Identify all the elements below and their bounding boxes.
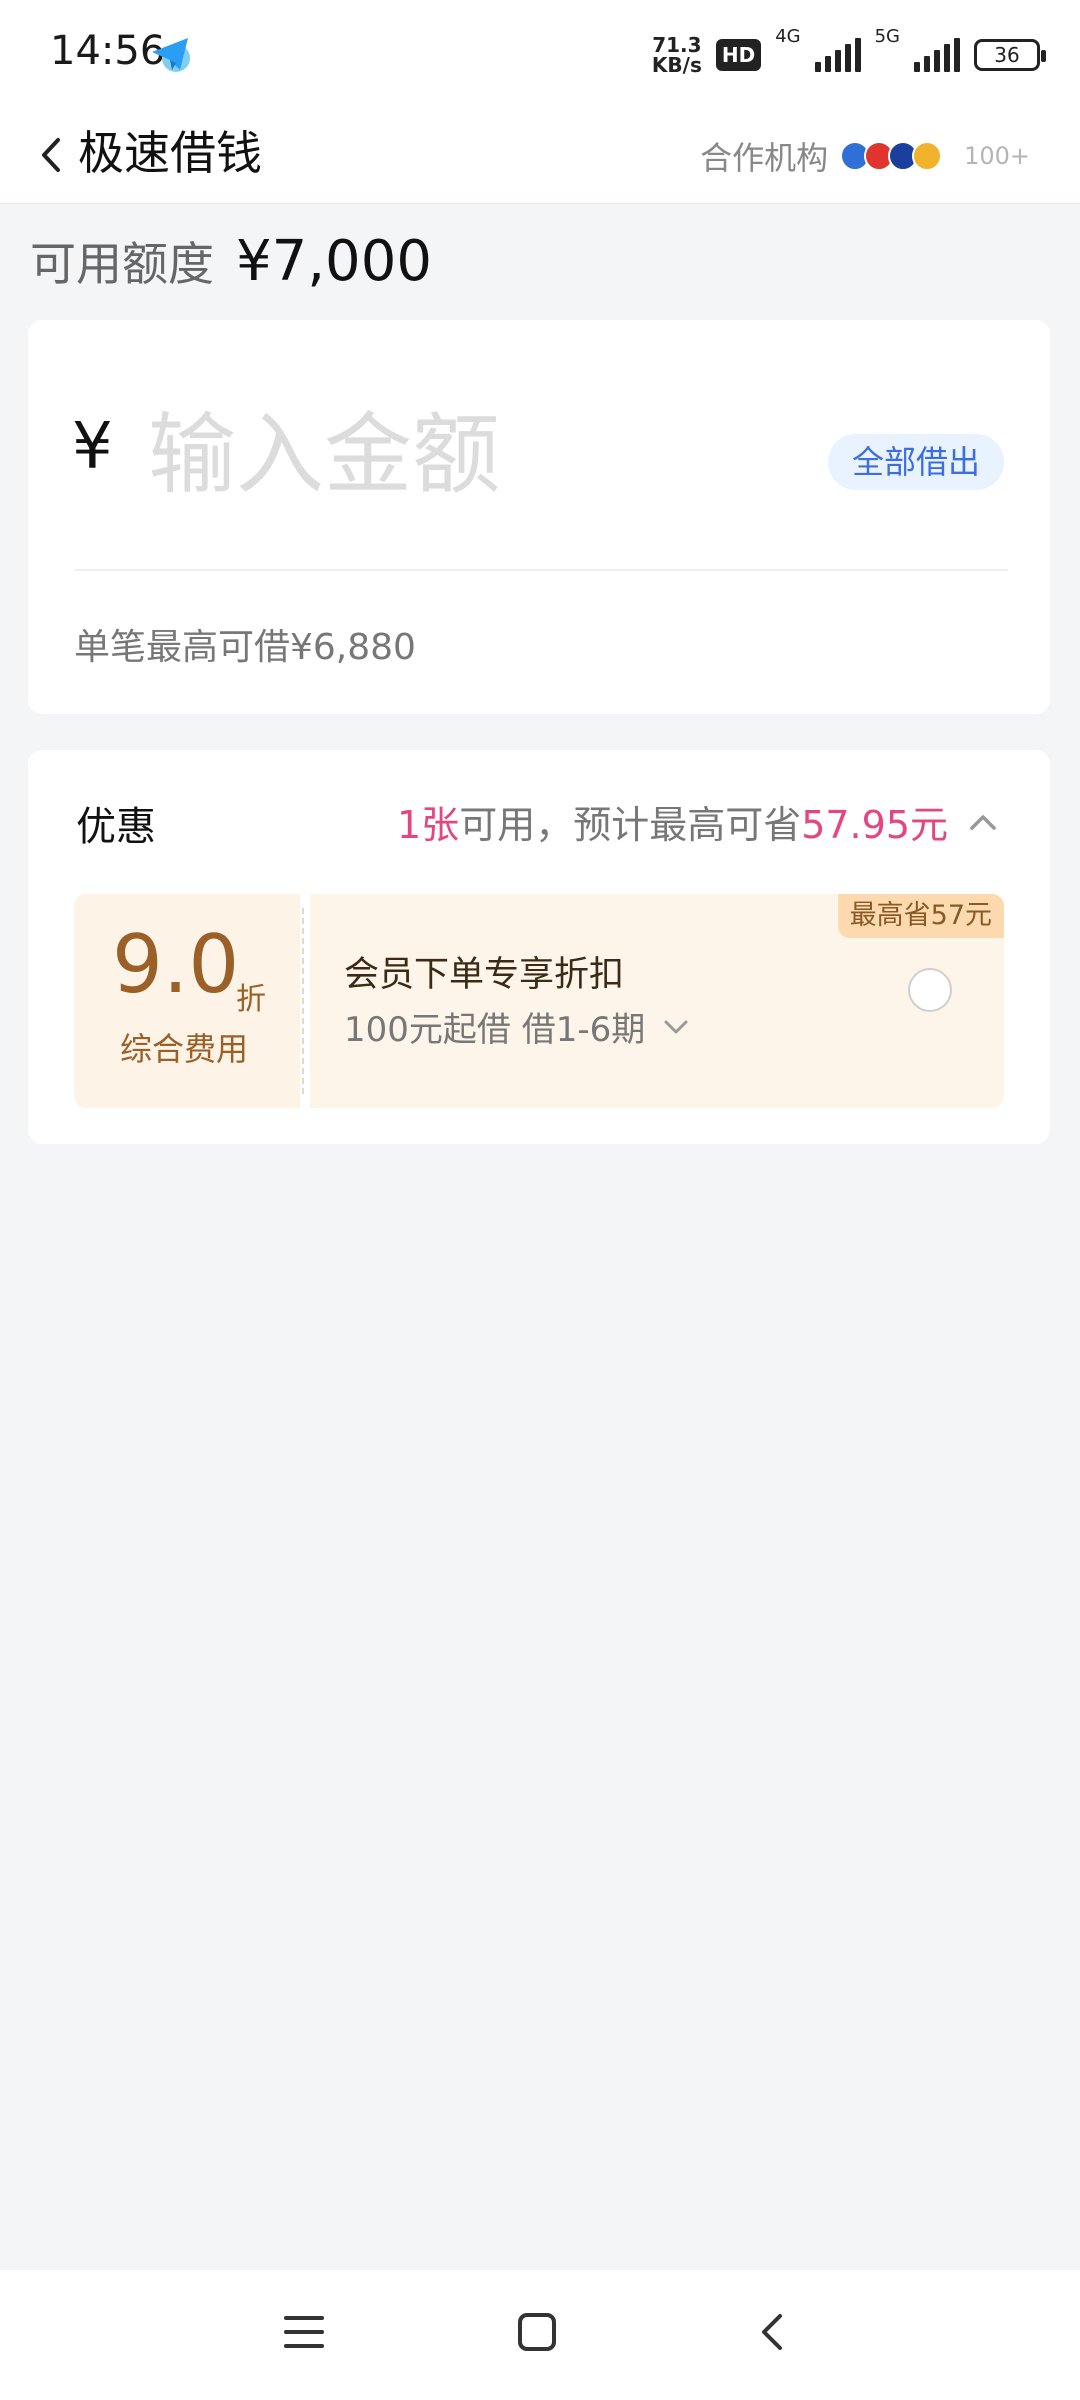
coupon-select-radio[interactable] — [908, 968, 952, 1012]
coupon-available-text: 可用，预计最高可省 — [459, 803, 802, 847]
currency-symbol: ¥ — [72, 410, 113, 484]
coupon-conditions[interactable]: 100元起借 借1-6期 — [344, 1002, 691, 1051]
amount-input[interactable] — [148, 404, 768, 504]
available-credit: 可用额度 ¥7,000 — [30, 228, 432, 294]
partner-count: 100+ — [964, 142, 1030, 170]
coupon-subtitle: 100元起借 借1-6期 — [344, 1010, 646, 1050]
system-nav-bar — [0, 2270, 1080, 2400]
coupon-rate: 9.0 — [112, 918, 240, 1011]
coupon-count: 1张 — [397, 803, 460, 847]
available-credit-amount: ¥7,000 — [236, 229, 432, 294]
max-single-borrow: 单笔最高可借¥6,880 — [74, 627, 416, 668]
coupon-title: 会员下单专享折扣 — [344, 955, 625, 995]
partner-institutions[interactable]: 合作机构 100+ — [700, 128, 1030, 184]
coupon-rate-label: 综合费用 — [120, 1030, 249, 1068]
borrow-all-button[interactable]: 全部借出 — [827, 434, 1004, 490]
hd-badge: HD — [715, 39, 762, 71]
signal-bars-icon — [814, 38, 861, 72]
max-save-badge: 最高省57元 — [837, 894, 1004, 938]
coupon-save-amount: 57.95元 — [801, 803, 948, 847]
available-credit-label: 可用额度 — [30, 237, 214, 291]
telegram-paper-plane-icon — [152, 38, 190, 72]
discount-summary[interactable]: 1张 可用，预计最高可省 57.95元 — [397, 794, 1000, 849]
speed-unit: KB/s — [651, 53, 702, 77]
discount-label: 优惠 — [76, 804, 156, 850]
network-label-4g: 4G — [775, 26, 801, 47]
partner-logos — [840, 141, 943, 171]
coupon-detail-panel: 会员下单专享折扣 100元起借 借1-6期 最高省57元 — [310, 894, 1004, 1108]
page: 14:56 71.3 KB/s HD 4G 5G 36 极速借钱 合作机构 10… — [0, 0, 1080, 2400]
partner-logo-icon — [912, 141, 943, 171]
amount-card: ¥ 全部借出 单笔最高可借¥6,880 — [28, 320, 1050, 714]
speed-value: 71.3 — [652, 33, 702, 57]
back-icon[interactable] — [752, 2310, 792, 2354]
page-title: 极速借钱 — [78, 126, 262, 180]
home-icon[interactable] — [515, 2310, 559, 2354]
coupon-rate-unit: 折 — [236, 982, 266, 1017]
divider — [74, 569, 1008, 571]
battery-level: 36 — [994, 43, 1020, 67]
network-label-5g: 5G — [874, 26, 900, 47]
status-right: 71.3 KB/s HD 4G 5G 36 — [652, 26, 1046, 80]
status-bar: 14:56 71.3 KB/s HD 4G 5G 36 — [0, 0, 1080, 108]
back-arrow-icon[interactable] — [26, 130, 76, 180]
coupon-divider — [302, 908, 304, 1094]
discount-card: 优惠 1张 可用，预计最高可省 57.95元 9.0 折 综合费用 会员下单专享… — [28, 750, 1050, 1144]
status-time: 14:56 — [50, 28, 166, 74]
network-speed: 71.3 KB/s — [652, 35, 702, 75]
chevron-down-icon[interactable] — [661, 1012, 691, 1042]
nav-bar: 极速借钱 合作机构 100+ — [0, 108, 1080, 204]
coupon-rate-panel: 9.0 折 综合费用 — [74, 894, 300, 1108]
coupon-item[interactable]: 9.0 折 综合费用 会员下单专享折扣 100元起借 借1-6期 最高省57元 — [74, 894, 1004, 1108]
chevron-up-icon[interactable] — [966, 805, 1000, 839]
battery-icon: 36 — [974, 39, 1046, 71]
signal-bars-icon — [914, 38, 960, 72]
partner-label: 合作机构 — [700, 139, 829, 177]
menu-icon[interactable] — [282, 2312, 326, 2352]
